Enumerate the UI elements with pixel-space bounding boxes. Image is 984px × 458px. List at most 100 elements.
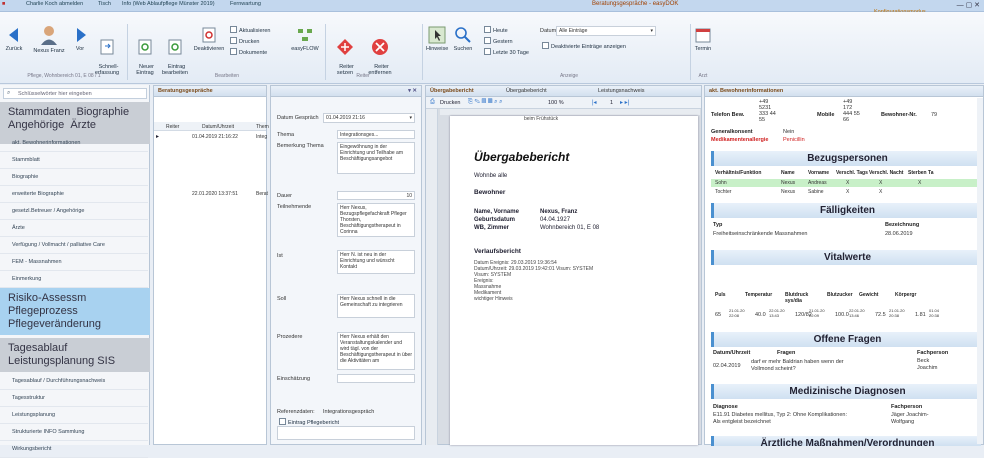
info-link[interactable]: Info (Web Ablaufpflege Münster 2019) (122, 1, 215, 7)
window-title: Beratungsgespräche - easyDOK (592, 1, 679, 7)
section-open-questions: Offene Fragen (711, 332, 981, 347)
sidebar-item[interactable]: Tagesstruktur (0, 390, 148, 407)
logout-link[interactable]: Charlie Koch abmelden (26, 1, 83, 7)
appointment-button[interactable]: Termin (692, 26, 714, 52)
page-first-icon[interactable]: |◂ (592, 99, 597, 106)
show-deactivated-toggle[interactable]: Deaktivierte Einträge anzeigen (542, 42, 626, 50)
duration-field[interactable]: 10 (337, 191, 415, 200)
bezug-cell: Nexus (781, 189, 796, 195)
bezug-cell: Andreas (808, 180, 827, 186)
theme-remark-field[interactable]: Eingewöhnung in der Einrichtung und Teil… (337, 142, 415, 174)
table-row[interactable] (711, 188, 977, 196)
filter-today[interactable]: Heute (484, 26, 508, 34)
nav-section-risiko[interactable]: Risiko-Assessm Pflegeprozess Pflegeverän… (0, 288, 150, 335)
forward-button[interactable]: Vor (72, 26, 88, 52)
group-label-doctor: Arzt (698, 73, 708, 79)
nav-section-tagesablauf[interactable]: Tagesablauf Leistungsplanung SIS (0, 338, 150, 372)
tab-consultations[interactable]: Beratungsgespräche (154, 86, 266, 97)
vital-value: 1.81 (915, 312, 926, 318)
procedure-field[interactable]: Herr Nexus erhält den Veranstaltungskale… (337, 332, 415, 370)
date-field[interactable]: 01.04.2019 21:16 ▾ (323, 113, 415, 123)
bezug-cell: X (918, 180, 922, 186)
report-page: beim Frühstück Übergabebericht Wohnbe al… (450, 116, 698, 445)
page-number[interactable]: 1 (610, 100, 613, 106)
print-option[interactable]: Drucken (230, 37, 259, 45)
sidebar-item[interactable]: FEM - Massnahmen (0, 254, 148, 271)
hints-button[interactable]: Hinweise (426, 26, 448, 52)
search-button[interactable]: Suchen (452, 26, 474, 52)
sidebar-item[interactable]: Strukturierte INFO Sammlung (0, 424, 148, 441)
zoom-level[interactable]: 100 % (548, 100, 564, 106)
sidebar-item[interactable]: Ärzte (0, 220, 148, 237)
row-pointer-icon: ▸ (156, 134, 160, 140)
sidebar-item[interactable]: erweiterte Biographie (0, 186, 148, 203)
filter-last30[interactable]: Letzte 30 Tage (484, 48, 529, 56)
vital-value: 65 (715, 312, 722, 318)
bezug-cell: X (879, 189, 883, 195)
filter-yesterday[interactable]: Gestern (484, 37, 513, 45)
easyflow-button[interactable]: easyFLOW (290, 26, 320, 52)
window-controls[interactable]: — ▢ ✕ (957, 1, 980, 9)
vital-header: Temperatur (745, 292, 773, 298)
bezug-cell: X (846, 180, 850, 186)
tab-service-record[interactable]: Leistungsnachweis (598, 88, 644, 94)
vital-header: Blutdruck sys/dia (785, 292, 809, 304)
resident-button[interactable]: Nexus Franz (30, 24, 68, 54)
care-report-checkbox[interactable]: Eintrag Pflegebericht (279, 418, 339, 426)
toolbar-icons[interactable]: ⎘ ✎ ▤ ▦ ⌕ ⌕ (468, 99, 502, 106)
vital-time: 21.01.20 22:08 (729, 308, 745, 318)
scrollbar[interactable] (977, 98, 983, 444)
tab-handover-1[interactable]: Übergabebericht (430, 88, 474, 94)
sidebar-item[interactable]: Leistungsplanung (0, 407, 148, 424)
edit-entry-button[interactable]: Eintrag bearbeiten (160, 26, 190, 76)
refresh-option[interactable]: Aktualisieren (230, 26, 271, 34)
set-tab-button[interactable]: Reiter setzen (330, 26, 360, 76)
deactivate-button[interactable]: Deaktivieren (192, 26, 226, 52)
deactivate-icon (202, 27, 216, 43)
tab-handover-2[interactable]: Übergabebericht (506, 88, 547, 94)
search-icon: ⌕ (7, 90, 11, 96)
date-filter-select[interactable]: Alle Einträge ▾ (556, 26, 656, 36)
sidebar-item[interactable]: gesetzl.Betreuer / Angehörige (0, 203, 148, 220)
remote-link[interactable]: Fernwartung (230, 1, 261, 7)
edit-document-icon (168, 39, 182, 55)
remove-icon (372, 39, 388, 55)
bezug-cell: Nexus (781, 180, 796, 186)
sidebar-item[interactable]: Stammblatt (0, 152, 148, 169)
sidebar-item[interactable]: Tagesablauf / Durchführungsnachweis (0, 373, 148, 390)
sidebar-item[interactable]: Verfügung / Vollmacht / palliative Care (0, 237, 148, 254)
flow-icon (298, 29, 312, 41)
nav-search-input[interactable]: Schlüsselwörter hier eingeben (3, 88, 147, 99)
table-row[interactable]: ▸ 01.04.2019 21:16:22 Integ (154, 133, 267, 142)
current-state-field[interactable]: Herr N. ist neu in der Einrichtung und w… (337, 250, 415, 274)
reference-field[interactable] (277, 426, 415, 440)
sidebar-item[interactable]: Einmerkung (0, 271, 148, 288)
target-state-field[interactable]: Herr Nexus schnell in die Gemeinschaft z… (337, 294, 415, 318)
new-entry-button[interactable]: Neuer Eintrag (132, 26, 158, 76)
avatar (41, 26, 57, 45)
documents-option[interactable]: Dokumente (230, 48, 267, 56)
table-row[interactable] (711, 179, 977, 187)
printer-icon[interactable]: ⎙ (430, 99, 435, 106)
sidebar-item[interactable]: akt. Bewohnerinformationen (0, 135, 148, 152)
table-row[interactable]: 22.01.2020 13:37:51 Berat (154, 190, 268, 199)
assessment-field[interactable] (337, 374, 415, 383)
vital-time: 22.01.20 13:43 (769, 308, 785, 318)
quick-entry-button[interactable]: Schnell- erfassung (92, 26, 122, 76)
back-button[interactable]: Zurück (4, 26, 24, 52)
bezug-header: Verschl. Nacht (869, 170, 904, 176)
print-button[interactable]: Drucken (440, 100, 460, 106)
chevron-down-icon: ▾ (650, 28, 653, 34)
horizontal-ruler (440, 109, 700, 115)
sidebar-item[interactable]: Wirkungsbericht (0, 441, 148, 458)
remove-tab-button[interactable]: Reiter entfernen (364, 26, 396, 76)
participants-field[interactable]: Herr Nexus, Bezugspflegefachkraft Pflege… (337, 203, 415, 237)
theme-field[interactable]: Integrationsges... (337, 130, 415, 139)
sidebar-item[interactable]: Biographie (0, 169, 148, 186)
vertical-ruler (426, 109, 438, 445)
tisch-link[interactable]: Tisch (98, 1, 111, 7)
tab-resident-info[interactable]: akt. Bewohnerinformationen (705, 86, 983, 97)
vital-value: 40.0 (755, 312, 766, 318)
vital-value: 72.5 (875, 312, 886, 318)
page-next-icon[interactable]: ▸ ▸| (620, 99, 629, 106)
